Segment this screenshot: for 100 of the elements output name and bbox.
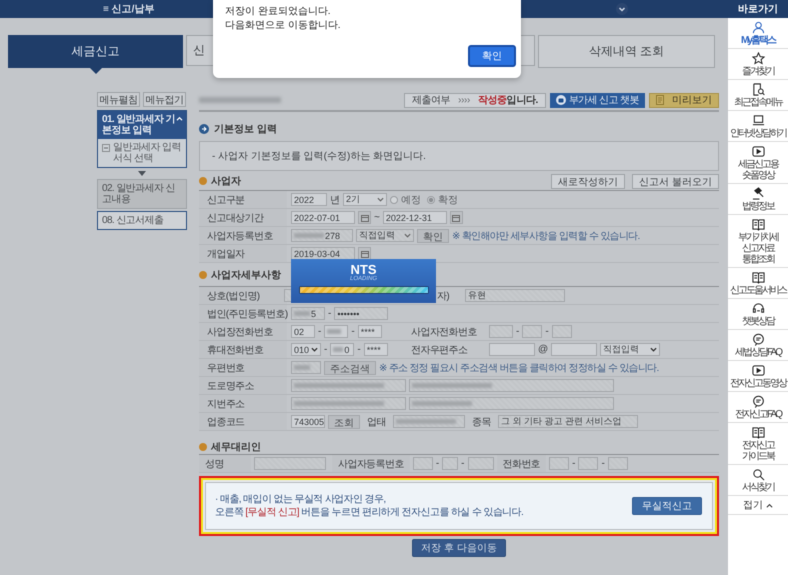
date-field[interactable]: 2022-12-31 xyxy=(382,211,447,224)
input-field[interactable] xyxy=(442,457,458,470)
input-field[interactable] xyxy=(409,379,614,392)
sidebar-item[interactable]: 신고도움서비스 xyxy=(728,268,788,299)
person-icon xyxy=(752,21,764,34)
dropdown[interactable]: 직접입력 xyxy=(356,229,414,242)
star-icon xyxy=(752,52,764,65)
input-field[interactable]: **** xyxy=(364,343,388,356)
dropdown[interactable]: 2기 xyxy=(343,193,387,206)
input-field[interactable] xyxy=(522,325,542,338)
dot-icon xyxy=(199,271,207,279)
sidebar-item[interactable]: My홈택스 xyxy=(728,18,788,49)
menu-button[interactable]: 메뉴접기 xyxy=(143,92,186,107)
field-label: 사업자등록번호 xyxy=(199,227,287,244)
field-label: 신고구분 xyxy=(199,191,287,208)
dropdown[interactable]: 010 xyxy=(291,343,321,356)
chatbot-button[interactable]: 부가세 신고 챗봇 xyxy=(550,92,645,108)
input-field[interactable] xyxy=(489,325,513,338)
field-label: 성명 xyxy=(199,455,251,472)
speech-bubble-icon xyxy=(752,333,764,346)
input-field[interactable]: **** xyxy=(358,325,382,338)
sidebar-item[interactable]: 전자신고 가이드북 xyxy=(728,423,788,465)
input-field[interactable] xyxy=(291,397,406,410)
sidebar-item[interactable]: 챗봇상담 xyxy=(728,299,788,330)
input-field[interactable] xyxy=(549,457,570,470)
chevron-icon xyxy=(404,233,411,238)
calendar-icon xyxy=(360,250,368,258)
action-button[interactable]: 신고서 불러오기 xyxy=(632,174,719,188)
dropdown[interactable]: 직접입력 xyxy=(600,343,660,356)
menu-button[interactable]: 메뉴펼침 xyxy=(97,92,140,107)
no-activity-report-button[interactable]: 무실적신고 xyxy=(632,497,702,515)
step-item[interactable]: 08. 신고서제출 xyxy=(98,212,186,229)
dash-text: - xyxy=(461,458,464,469)
caret-icon xyxy=(176,116,183,121)
input-field[interactable] xyxy=(608,457,628,470)
sidebar-item[interactable]: 전자신고FAQ xyxy=(728,392,788,423)
confirm-button[interactable]: 확인 xyxy=(417,228,449,242)
sidebar-item[interactable]: 세법상담FAQ xyxy=(728,330,788,361)
sub-step-item[interactable]: 일반과세자 입력서식 선택 xyxy=(98,139,186,167)
field-label: 자) xyxy=(437,290,450,304)
field-label: 법인(주민등록번호) xyxy=(199,305,287,322)
input-field[interactable]: 2022 xyxy=(291,193,327,206)
calendar-button[interactable] xyxy=(450,211,463,224)
input-field[interactable] xyxy=(551,343,598,356)
field-label: 전화번호 xyxy=(496,455,546,472)
radio-label: 예정 xyxy=(401,194,421,206)
radio-button[interactable] xyxy=(427,196,435,204)
input-field[interactable] xyxy=(412,457,433,470)
input-field[interactable] xyxy=(578,457,598,470)
field-label: 전자우편주소 xyxy=(410,344,468,358)
action-button[interactable]: 새로작성하기 xyxy=(551,174,626,188)
collapse-button[interactable]: 접기 xyxy=(728,496,788,515)
sidebar-item[interactable]: 인터넷상담하기 xyxy=(728,111,788,142)
info-text: - 사업자 기본정보를 입력(수정)하는 화면입니다. xyxy=(212,150,426,163)
step-item[interactable]: 01. 일반과세자 기본정보 입력 xyxy=(98,111,186,139)
input-field[interactable] xyxy=(393,415,465,428)
calendar-button[interactable] xyxy=(358,211,371,224)
input-field[interactable] xyxy=(324,325,348,338)
calendar-button[interactable] xyxy=(358,247,371,260)
input-field[interactable]: 278 xyxy=(291,229,353,242)
sidebar-item[interactable]: 즐겨찾기 xyxy=(728,49,788,80)
dot-icon xyxy=(199,177,207,185)
confirm-button[interactable]: 확인 xyxy=(468,45,516,67)
radio-button[interactable] xyxy=(390,196,398,204)
sidebar-item[interactable]: 부가가치세 신고자료 통합조회 xyxy=(728,215,788,268)
chevron-icon[interactable] xyxy=(616,3,628,15)
sidebar-item[interactable]: 세금신고용 숏폼영상 xyxy=(728,142,788,184)
input-field[interactable] xyxy=(409,397,614,410)
input-field[interactable]: 743005 xyxy=(291,415,325,428)
input-field[interactable] xyxy=(291,379,406,392)
input-field[interactable]: 5 xyxy=(291,307,325,320)
save-next-button[interactable]: 저장 후 다음이동 xyxy=(412,539,506,557)
dash-text: - xyxy=(516,326,520,337)
input-field[interactable] xyxy=(291,361,321,374)
input-field[interactable]: 그 외 기타 광고 관련 서비스업 xyxy=(498,415,638,428)
sidebar-item[interactable]: 법령정보 xyxy=(728,184,788,215)
dash-text: - xyxy=(318,326,322,337)
tab[interactable]: 삭제내역 조회 xyxy=(538,35,715,68)
input-field[interactable]: 02 xyxy=(291,325,315,338)
input-field[interactable]: ••••••• xyxy=(334,307,388,320)
input-field[interactable] xyxy=(552,325,572,338)
input-field[interactable] xyxy=(254,457,326,470)
preview-button[interactable]: 미리보기 xyxy=(649,92,719,108)
document-icon xyxy=(656,95,664,105)
address-search-button[interactable]: 주소검색 xyxy=(324,360,376,374)
sidebar-item[interactable]: 최근접속메뉴 xyxy=(728,80,788,111)
dash-text: - xyxy=(324,344,328,355)
sidebar-item[interactable]: 전자신고동영상 xyxy=(728,361,788,392)
sidebar-item[interactable]: 서식찾기 xyxy=(728,465,788,496)
laptop-icon xyxy=(752,114,764,127)
date-field[interactable]: 2022-07-01 xyxy=(291,211,355,224)
input-field[interactable]: 유현 xyxy=(465,289,565,302)
menu-title[interactable]: ≡ 신고/납부 xyxy=(103,2,154,16)
date-field[interactable]: 2019-03-04 xyxy=(291,247,355,260)
input-field[interactable] xyxy=(489,343,535,356)
lookup-button[interactable]: 조회 xyxy=(328,414,360,428)
input-field[interactable] xyxy=(468,457,494,470)
book-icon xyxy=(752,426,764,439)
input-field[interactable]: 0 xyxy=(330,343,354,356)
collapse-icon xyxy=(102,144,110,152)
